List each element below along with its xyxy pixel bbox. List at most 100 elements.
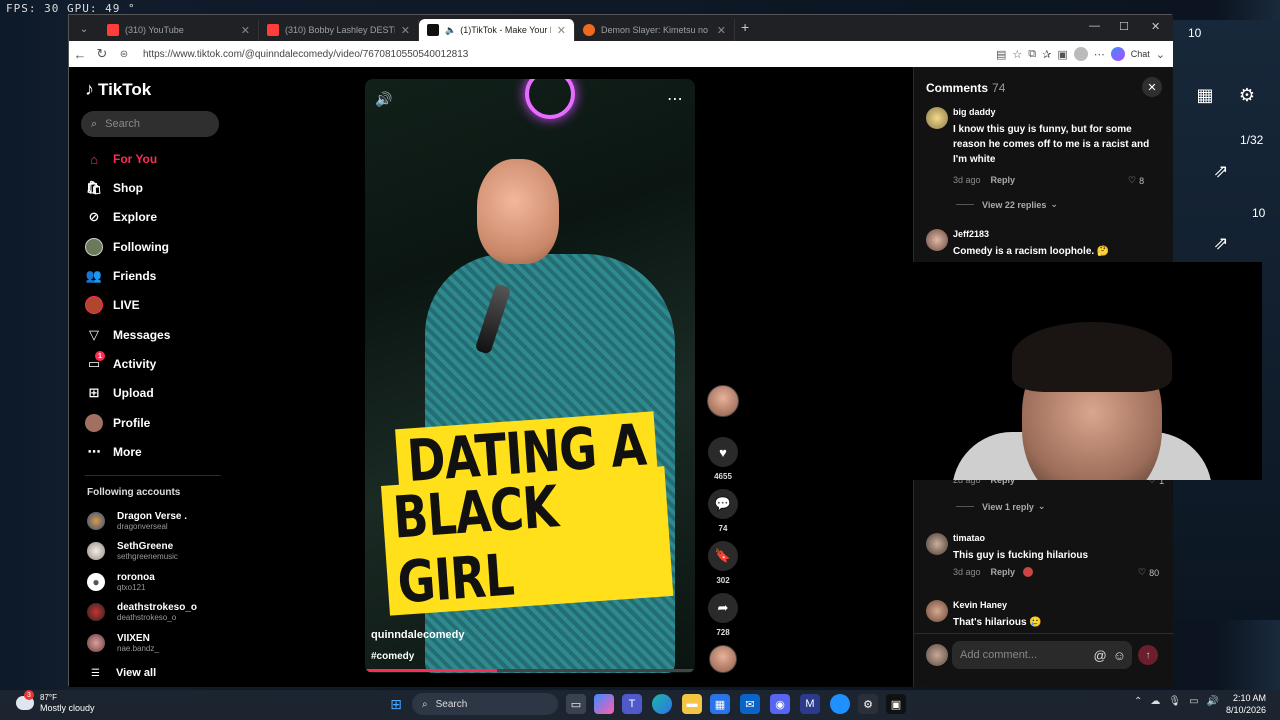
nav-upload[interactable]: ⊞ Upload	[85, 383, 154, 403]
account-viixen[interactable]: VIIXEN nae.bandz_	[87, 629, 159, 657]
speaker-icon[interactable]: 🔊	[1207, 696, 1219, 707]
store-icon[interactable]: ▦	[710, 694, 730, 714]
mail-icon[interactable]: ✉	[740, 694, 760, 714]
nav-explore[interactable]: ⊘ Explore	[85, 207, 157, 227]
weather-widget[interactable]: 3 87°F Mostly cloudy	[16, 690, 95, 714]
share-button[interactable]: ➦ 728	[705, 593, 741, 637]
comment-user[interactable]: timatao	[953, 533, 985, 543]
tab-list-icon[interactable]: ⌄	[73, 18, 95, 40]
profile-avatar[interactable]	[1073, 47, 1088, 61]
tab-youtube[interactable]: (310) YouTube ✕	[99, 19, 259, 41]
tab-demon-slayer[interactable]: Demon Slayer: Kimetsu no Yaiba In... ✕	[575, 19, 735, 41]
sound-avatar[interactable]	[705, 645, 741, 673]
comment-like-button[interactable]: ♡ 80	[1138, 567, 1159, 578]
share-icon[interactable]: ⇗	[1206, 156, 1236, 186]
new-tab-button[interactable]: +	[741, 19, 749, 35]
settings-icon[interactable]: ⚙	[858, 694, 878, 714]
minimize-button[interactable]: —	[1089, 20, 1100, 32]
close-icon[interactable]: ✕	[241, 24, 250, 37]
video-progress-bar[interactable]	[365, 669, 695, 672]
nav-shop[interactable]: 🛍 Shop	[85, 178, 143, 198]
tab-tiktok[interactable]: 🔈 (1)TikTok - Make Your Day ✕	[419, 19, 575, 41]
gear-icon[interactable]: ⚙	[1232, 80, 1262, 110]
speaker-icon[interactable]: 🔈	[445, 25, 456, 36]
video-username[interactable]: quinndalecomedy	[371, 629, 465, 641]
clock-date: 8/10/2026	[1226, 705, 1267, 715]
nav-messages[interactable]: ▽ Messages	[85, 325, 170, 345]
account-deathstrokeso[interactable]: deathstrokeso_o deathstrokeso_o	[87, 598, 197, 626]
send-button[interactable]: ↑	[1138, 645, 1158, 665]
nav-for-you[interactable]: ⌂ For You	[85, 149, 157, 169]
network-icon[interactable]: ▭	[1189, 696, 1198, 707]
task-view-icon[interactable]: ▭	[566, 694, 586, 714]
nav-profile[interactable]: Profile	[85, 413, 150, 433]
copilot-taskbar-icon[interactable]	[594, 694, 614, 714]
volume-icon[interactable]: 🔊	[375, 91, 392, 108]
view-replies-button[interactable]: View 1 reply ⌄	[956, 501, 1045, 512]
nav-live[interactable]: LIVE	[85, 295, 140, 315]
close-icon[interactable]: ✕	[401, 24, 410, 37]
grid-icon[interactable]: ▦	[1190, 80, 1220, 110]
save-button[interactable]: 🔖 302	[705, 541, 741, 585]
cloud-tray-icon[interactable]: ☁	[1150, 696, 1160, 707]
emoji-icon[interactable]: ☺	[1113, 648, 1126, 663]
comment-user[interactable]: big daddy	[953, 107, 996, 117]
close-comments-button[interactable]: ✕	[1142, 77, 1162, 97]
share-icon-2[interactable]: ⇗	[1206, 228, 1236, 258]
maximize-button[interactable]: ☐	[1119, 20, 1129, 33]
account-roronoa[interactable]: ● roronoa qtxo121	[87, 568, 155, 596]
chat-button[interactable]: Chat	[1131, 49, 1150, 59]
reply-button[interactable]: Reply	[991, 567, 1016, 577]
window-close-button[interactable]: ✕	[1151, 20, 1160, 33]
tiktok-logo[interactable]: ♪ TikTok	[85, 79, 151, 100]
taskbar-clock[interactable]: 2:10 AM 8/10/2026	[1226, 692, 1266, 716]
star-icon[interactable]: ☆	[1012, 48, 1022, 61]
windows-start-icon[interactable]: ⊞	[386, 694, 406, 714]
url-field[interactable]: https://www.tiktok.com/@quinndalecomedy/…	[143, 49, 468, 60]
mention-icon[interactable]: @	[1094, 648, 1107, 663]
back-icon[interactable]: ←	[69, 43, 91, 65]
more-icon[interactable]: ⋯	[1094, 48, 1105, 61]
nav-friends[interactable]: 👥 Friends	[85, 266, 156, 286]
browser-icon[interactable]	[830, 694, 850, 714]
extensions-icon[interactable]: ⧉	[1028, 48, 1036, 61]
more-options-icon[interactable]: ⋯	[667, 89, 683, 109]
chevron-down-icon[interactable]: ⌄	[1156, 48, 1165, 61]
close-icon[interactable]: ✕	[717, 24, 726, 37]
comment-like-button[interactable]: ♡ 8	[1128, 175, 1144, 186]
like-button[interactable]: ♥ 4655	[705, 437, 741, 481]
account-sethgreene[interactable]: SethGreene sethgreenemusic	[87, 537, 178, 565]
chevron-up-icon[interactable]: ⌃	[1134, 696, 1142, 707]
view-replies-button[interactable]: View 22 replies ⌄	[956, 199, 1058, 210]
site-info-icon[interactable]: ⊜	[113, 43, 135, 65]
reply-button[interactable]: Reply	[991, 175, 1016, 185]
search-input[interactable]: ⌕ Search	[81, 111, 219, 137]
collections-icon[interactable]: ▣	[1057, 48, 1067, 61]
view-all-link[interactable]: ☰ View all	[91, 667, 156, 679]
tab-bobby-lashley[interactable]: (310) Bobby Lashley DESTROYS Vi... ✕	[259, 19, 419, 41]
favorites-icon[interactable]: ✰	[1042, 48, 1051, 61]
nav-more[interactable]: ⋯ More	[85, 442, 142, 462]
file-explorer-icon[interactable]: ▬	[682, 694, 702, 714]
comment-user[interactable]: Kevin Haney	[953, 600, 1007, 610]
reader-icon[interactable]: ▤	[996, 48, 1006, 61]
taskbar-search[interactable]: ⌕ Search	[412, 693, 558, 715]
comment-button[interactable]: 💬 74	[705, 489, 741, 533]
game-app-icon[interactable]: ▣	[886, 694, 906, 714]
teams-icon[interactable]: T	[622, 694, 642, 714]
comment-user[interactable]: Jeff2183	[953, 229, 989, 239]
reload-icon[interactable]: ↻	[91, 43, 113, 65]
youtube-icon	[107, 24, 119, 36]
account-dragon-verse[interactable]: Dragon Verse . dragonverseal	[87, 507, 187, 535]
nav-activity[interactable]: ▭ 1 Activity	[85, 351, 156, 374]
creator-avatar[interactable]	[705, 385, 741, 417]
mic-icon[interactable]: 🎙	[1168, 696, 1181, 707]
add-comment-input[interactable]: Add comment... @ ☺	[952, 641, 1132, 669]
video-hashtag[interactable]: #comedy	[371, 651, 414, 662]
discord-icon[interactable]: ◉	[770, 694, 790, 714]
app-icon[interactable]: M	[800, 694, 820, 714]
video-player[interactable]: 🔊 ⋯ DATING A BLACK GIRL quinndalecomedy …	[365, 79, 695, 673]
edge-icon[interactable]	[652, 694, 672, 714]
close-icon[interactable]: ✕	[557, 24, 566, 37]
nav-following[interactable]: Following	[85, 237, 169, 257]
